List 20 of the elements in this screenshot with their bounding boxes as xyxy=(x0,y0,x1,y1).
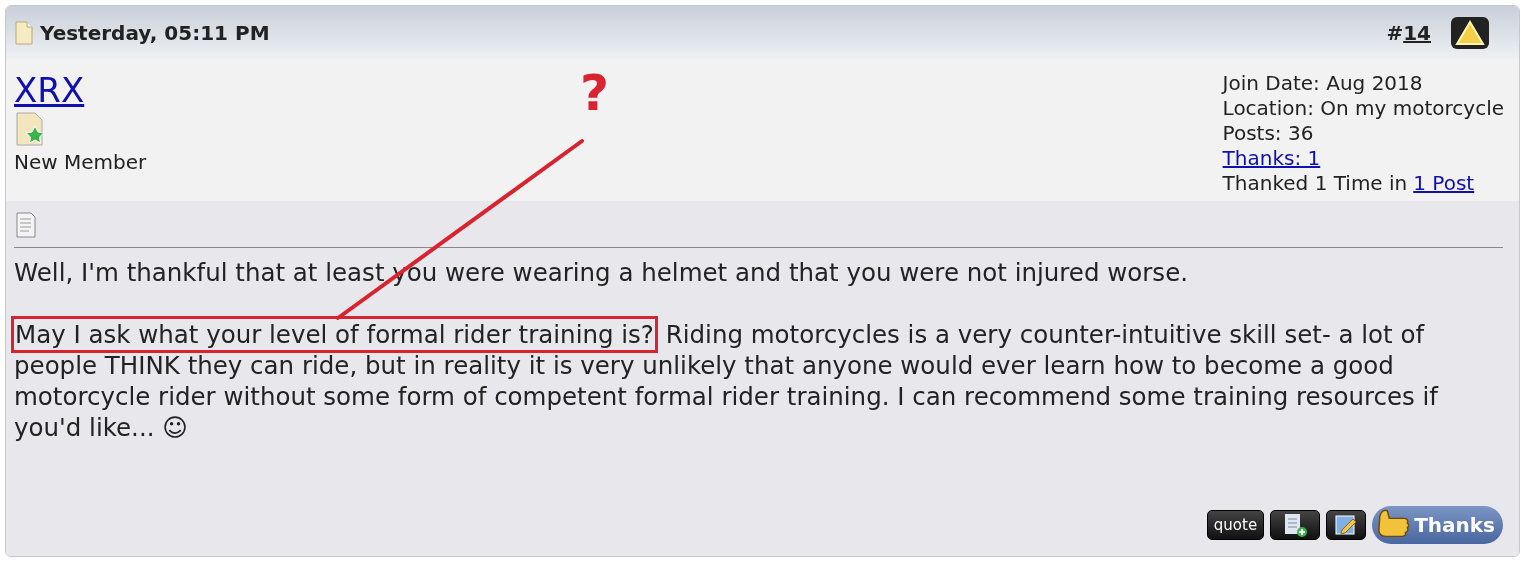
thanks-link[interactable]: Thanks: 1 xyxy=(1222,146,1321,171)
document-icon xyxy=(14,20,34,45)
post-number-link[interactable]: 14 xyxy=(1403,17,1431,48)
message-text: May I ask what your level of formal rider training is? Riding motorcycles is a very counter-intuitive skill set- a lot of people THINK they can ride, but in reality it is very unlikely that anyone would ever learn how to become a good motorcycle rider without some form of competent formal rider training. I can recommend some training resources if you'd like... ☺ xyxy=(14,319,1471,443)
user-title: New Member xyxy=(14,149,147,176)
quote-button[interactable]: quote xyxy=(1206,510,1265,540)
report-button[interactable] xyxy=(1451,16,1489,49)
edit-button[interactable] xyxy=(1326,510,1367,540)
user-info-text: Posts: 36 xyxy=(1222,121,1315,146)
post-number-sign: # xyxy=(1386,19,1404,47)
user-info-text: Location: On my motorcycle xyxy=(1222,96,1504,121)
question-mark: ? xyxy=(580,68,609,118)
post-date: Yesterday, 05:11 PM xyxy=(40,19,270,47)
user-info-text: Thanked 1 Time in xyxy=(1222,171,1408,196)
thanks-button[interactable]: Thanks xyxy=(1372,506,1503,544)
multiquote-button[interactable] xyxy=(1270,510,1321,540)
user-info-text: Join Date: Aug 2018 xyxy=(1222,71,1424,96)
message-icon xyxy=(14,211,38,239)
username-link[interactable]: XRX xyxy=(14,71,85,109)
posts-link[interactable]: 1 Post xyxy=(1413,171,1475,196)
